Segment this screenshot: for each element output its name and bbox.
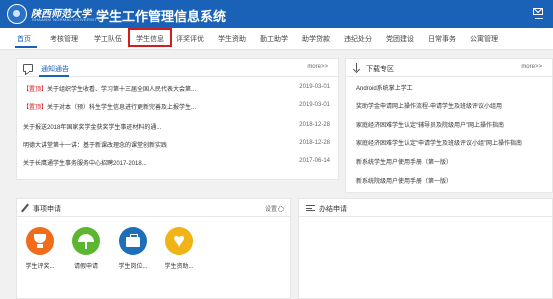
completed-requests-title: 办结申请 — [319, 206, 347, 213]
download-panel: 下载专区 more>> Android系统掌上学工 奖助学金申请网上操作流程-申… — [345, 58, 553, 193]
download-more-link[interactable]: more>> — [521, 64, 542, 70]
nav-item-awards[interactable]: 评奖评优 — [176, 34, 204, 44]
notice-date: 2017-06-14 — [299, 158, 330, 164]
pinned-tag: 【置顶】 — [23, 87, 48, 93]
notice-date: 2018-12-28 — [299, 140, 330, 146]
tab-active-indicator — [39, 75, 69, 77]
nav-highlight-box — [128, 28, 172, 47]
download-panel-header: 下载专区 more>> — [346, 59, 552, 77]
list-item[interactable]: 【置顶】关于对本（预）科生学生信息进行更新完善及上报学生... 2019-03-0… — [23, 102, 338, 112]
download-item[interactable]: 家庭经济困难学生认定“辅导员及院级用户”网上操作指南 — [356, 120, 504, 129]
nav-item-financial-aid[interactable]: 学生资助 — [218, 34, 246, 44]
pen-icon — [21, 203, 29, 213]
list-item[interactable]: 关于报送2018年国家奖学金获奖学生事迹材料的通... 2018-12-28 — [23, 122, 338, 132]
list-icon — [306, 205, 315, 211]
chat-icon — [23, 64, 33, 72]
nav-item-home[interactable]: 首页 — [17, 34, 31, 44]
nav-item-assessment[interactable]: 考核管理 — [50, 34, 78, 44]
umbrella-icon — [72, 227, 100, 255]
nav-item-staff-team[interactable]: 学工队伍 — [94, 34, 122, 44]
nav-item-daily-affairs[interactable]: 日常事务 — [428, 34, 456, 44]
list-item[interactable]: 关于长鹰通学生事务服务中心招聘2017-2018... 2017-06-14 — [23, 158, 338, 168]
notice-date: 2018-12-28 — [299, 122, 330, 128]
heart-icon — [165, 227, 193, 255]
apply-panel: 事项申请 设置 学生评奖... 请假申请 学生岗位... 学生资助... — [16, 198, 291, 299]
notice-title: 关于组织学生收看、学习第十三届全国人民代表大会第... — [47, 87, 197, 93]
download-item[interactable]: Android系统掌上学工 — [356, 83, 413, 92]
notice-date: 2019-03-01 — [299, 102, 330, 108]
app-label: 学生资助... — [164, 264, 194, 270]
notice-panel-header: 通知通告 more>> — [17, 59, 338, 77]
notice-title: 关于对本（预）科生学生信息进行更新完善及上报学生... — [47, 105, 197, 111]
university-name-en: SHAANXI NORMAL UNIVERSITY — [32, 17, 101, 22]
app-student-jobs[interactable]: 学生岗位... — [116, 227, 150, 270]
user-indicator — [535, 18, 543, 19]
nav-item-discipline[interactable]: 违纪处分 — [344, 34, 372, 44]
nav-item-party-building[interactable]: 党团建设 — [386, 34, 414, 44]
app-leave-request[interactable]: 请假申请 — [69, 227, 103, 270]
system-title: 学生工作管理信息系统 — [96, 9, 227, 24]
tab-notices[interactable]: 通知通告 — [41, 64, 69, 74]
notice-panel: 通知通告 more>> 【置顶】关于组织学生收看、学习第十三届全国人民代表大会第… — [16, 58, 339, 180]
briefcase-icon — [119, 227, 147, 255]
download-item[interactable]: 新系统院级用户使用手册（第一版） — [356, 176, 452, 185]
university-logo-icon — [7, 4, 27, 24]
app-student-aid[interactable]: 学生资助... — [162, 227, 196, 270]
download-icon — [353, 63, 361, 73]
nav-item-dormitory[interactable]: 公寓管理 — [470, 34, 498, 44]
download-item[interactable]: 奖助学金申请网上操作流程-申请学生及班级评议小组用 — [356, 101, 502, 110]
download-item[interactable]: 家庭经济困难学生认定“申请学生及班级评议小组”网上操作指南 — [356, 138, 522, 147]
trophy-icon — [26, 227, 54, 255]
download-title: 下载专区 — [366, 66, 394, 73]
list-item[interactable]: 【置顶】关于组织学生收看、学习第十三届全国人民代表大会第... 2019-03-0… — [23, 84, 338, 94]
settings-button[interactable]: 设置 — [265, 204, 284, 213]
list-item[interactable]: 明德大讲堂第十一讲：基于新课改理念的课堂创新实践 2018-12-28 — [23, 140, 338, 150]
nav-item-student-loans[interactable]: 助学贷款 — [302, 34, 330, 44]
app-label: 学生岗位... — [118, 264, 148, 270]
completed-requests-panel: 办结申请 — [298, 198, 553, 299]
top-header: 陕西师范大学 SHAANXI NORMAL UNIVERSITY 学生工作管理信… — [0, 0, 553, 28]
apply-title: 事项申请 — [33, 206, 61, 213]
notice-more-link[interactable]: more>> — [307, 64, 328, 70]
notice-date: 2019-03-01 — [299, 84, 330, 90]
app-student-awards[interactable]: 学生评奖... — [23, 227, 57, 270]
notice-title: 明德大讲堂第十一讲：基于新课改理念的课堂创新实践 — [23, 143, 168, 149]
apply-panel-header: 事项申请 设置 — [17, 199, 290, 217]
app-label: 请假申请 — [73, 264, 98, 270]
completed-requests-header: 办结申请 — [299, 199, 552, 217]
nav-item-work-study[interactable]: 勤工助学 — [260, 34, 288, 44]
main-nav: 首页 考核管理 学工队伍 学生信息 评奖评优 学生资助 勤工助学 助学贷款 违纪… — [0, 28, 553, 50]
gear-icon — [278, 206, 284, 212]
download-item[interactable]: 新系统学生用户使用手册（第一版） — [356, 157, 452, 166]
settings-label: 设置 — [264, 207, 277, 213]
nav-active-indicator — [15, 46, 37, 48]
pinned-tag: 【置顶】 — [23, 105, 48, 111]
notice-title: 关于长鹰通学生事务服务中心招聘2017-2018... — [23, 161, 147, 167]
notice-title: 关于报送2018年国家奖学金获奖学生事迹材料的通... — [23, 125, 162, 131]
mail-icon[interactable] — [533, 8, 543, 15]
app-label: 学生评奖... — [25, 264, 55, 270]
